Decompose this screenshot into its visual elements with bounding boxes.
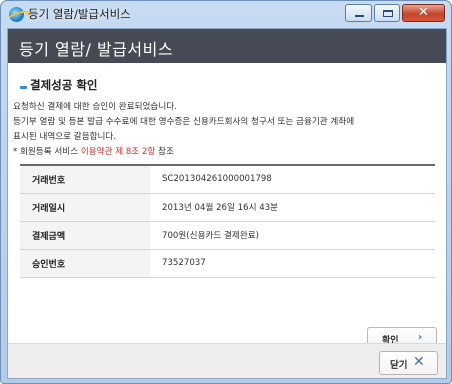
title-bar[interactable]: 등기 열람/발급서비스 ✕ <box>1 1 451 27</box>
message-line: 요청하신 결제에 대한 승인이 완료되었습니다. <box>13 102 177 112</box>
terms-note-prefix: * 회원등록 서비스 <box>13 147 81 157</box>
maximize-icon <box>383 10 393 17</box>
maximize-button[interactable] <box>374 4 400 22</box>
table-row: 거래번호 SC201304261000001798 <box>20 165 435 193</box>
row-value: SC201304261000001798 <box>162 174 272 185</box>
close-window-button[interactable]: ✕ <box>402 4 445 22</box>
internet-explorer-icon <box>9 7 24 22</box>
close-button[interactable]: 닫기 ✕ <box>379 351 438 375</box>
table-row: 거래일시 2013년 04월 26일 16시 43분 <box>20 193 435 221</box>
section-bullet-icon <box>20 86 27 89</box>
page-header: 등기 열람/ 발급서비스 <box>8 29 446 63</box>
minimize-button[interactable] <box>345 4 372 22</box>
terms-note: * 회원등록 서비스 이용약관 제 8조 2항 참조 <box>13 145 174 157</box>
row-label: 승인번호 <box>20 249 150 277</box>
client-area: 등기 열람/ 발급서비스 결제성공 확인 요청하신 결제에 대한 승인이 완료되… <box>7 28 447 379</box>
row-value: 73527037 <box>162 258 206 268</box>
close-x-icon: ✕ <box>413 354 425 370</box>
row-value: 700원(신용카드 결제완료) <box>162 231 259 241</box>
row-label: 거래번호 <box>20 165 150 193</box>
dialog-window: 등기 열람/발급서비스 ✕ 등기 열람/ 발급서비스 결제성공 확인 요청하신 … <box>0 0 452 384</box>
row-value: 2013년 04월 26일 16시 43분 <box>162 203 279 213</box>
terms-link[interactable]: 이용약관 제 8조 2항 <box>81 147 155 157</box>
minimize-icon <box>355 15 364 17</box>
payment-info-table: 거래번호 SC201304261000001798 거래일시 2013년 04월… <box>20 164 435 278</box>
content-area: 결제성공 확인 요청하신 결제에 대한 승인이 완료되었습니다. 등기부 열람 … <box>8 63 446 350</box>
section-title: 결제성공 확인 <box>30 78 98 92</box>
message-line: 등기부 열람 및 등본 발급 수수료에 대한 영수증은 신용카드회사의 청구서 … <box>13 117 355 127</box>
row-label: 거래일시 <box>20 193 150 221</box>
close-label: 닫기 <box>390 360 408 371</box>
terms-note-suffix: 참조 <box>155 147 174 157</box>
footer-bar: 닫기 ✕ <box>8 343 446 378</box>
table-row: 결제금액 700원(신용카드 결제완료) <box>20 221 435 249</box>
row-label: 결제금액 <box>20 221 150 249</box>
chevron-right-icon: › <box>418 332 423 343</box>
window-title: 등기 열람/발급서비스 <box>28 7 131 21</box>
message-line: 표시된 내역으로 갈음합니다. <box>13 132 117 142</box>
page-title: 등기 열람/ 발급서비스 <box>19 40 174 59</box>
close-icon: ✕ <box>418 5 429 20</box>
table-row: 승인번호 73527037 <box>20 249 435 277</box>
